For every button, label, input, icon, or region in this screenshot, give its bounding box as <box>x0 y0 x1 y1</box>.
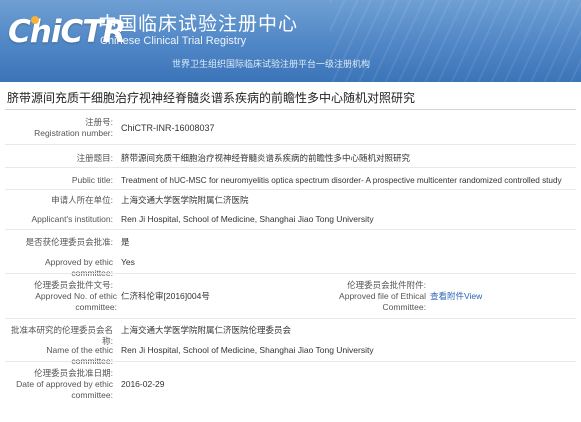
ethic-approved-value-cn: 是 <box>121 237 130 247</box>
applicant-inst-label-cn: 申请人所在单位: <box>51 195 113 205</box>
ethic-approved-label-en: Approved by ethic committee: <box>44 257 113 278</box>
ethic-file-view-link[interactable]: 查看附件View <box>430 291 482 302</box>
applicant-inst-label-en: Applicant's institution: <box>31 214 113 224</box>
row-divider <box>5 273 576 274</box>
row-divider <box>5 318 576 319</box>
row-divider <box>5 361 576 362</box>
ethic-date-value: 2016-02-29 <box>121 379 165 389</box>
ethic-name-value-cn: 上海交通大学医学院附属仁济医院伦理委员会 <box>121 325 292 335</box>
ethic-date-label-en: Date of approved by ethic committee: <box>16 379 113 400</box>
ethic-name-value-en: Ren Ji Hospital, School of Medicine, Sha… <box>121 345 374 355</box>
ethic-file-label-en: Approved file of Ethical Committee: <box>339 291 426 312</box>
ethic-name-label-cn: 批准本研究的伦理委员会名称: <box>10 325 113 346</box>
reg-title-label-cn: 注册题目: <box>76 153 113 163</box>
registry-banner: ChiCTR 中国临床试验注册中心 Chinese Clinical Trial… <box>0 0 581 82</box>
registration-value: ChiCTR-INR-16008037 <box>121 123 215 133</box>
ethic-no-value: 仁济科伦审[2016]004号 <box>121 291 210 301</box>
registry-en-title: Chinese Clinical Trial Registry <box>100 35 247 47</box>
registration-label-cn: 注册号: <box>85 117 113 127</box>
ethic-date-label-cn: 伦理委员会批准日期: <box>34 368 113 378</box>
title-divider <box>5 109 576 110</box>
ethic-file-label-cn: 伦理委员会批件附件: <box>347 280 426 290</box>
row-divider <box>5 144 576 145</box>
ethic-no-label-cn: 伦理委员会批件文号: <box>34 280 113 290</box>
row-divider <box>5 229 576 230</box>
ethic-approved-label-cn: 是否获伦理委员会批准: <box>25 237 113 247</box>
row-divider <box>5 167 576 168</box>
ethic-name-label-en: Name of the ethic committee: <box>46 345 113 366</box>
applicant-inst-value-cn: 上海交通大学医学院附属仁济医院 <box>121 195 249 205</box>
ethic-approved-value-en: Yes <box>121 257 135 267</box>
registration-label-en: Registration number: <box>34 128 113 138</box>
row-divider <box>5 189 576 190</box>
public-title-value: Treatment of hUC-MSC for neuromyelitis o… <box>121 176 562 185</box>
registry-cn-title: 中国临床试验注册中心 <box>98 13 299 35</box>
registry-subtitle: 世界卫生组织国际临床试验注册平台一级注册机构 <box>172 60 371 70</box>
study-title: 脐带源间充质干细胞治疗视神经脊髓炎谱系疾病的前瞻性多中心随机对照研究 <box>7 91 416 105</box>
logo-dot-icon <box>31 16 39 24</box>
applicant-inst-value-en: Ren Ji Hospital, School of Medicine, Sha… <box>121 214 374 224</box>
reg-title-value: 脐带源间充质干细胞治疗视神经脊髓炎谱系疾病的前瞻性多中心随机对照研究 <box>121 153 411 163</box>
public-title-label: Public title: <box>71 175 113 185</box>
ethic-no-label-en: Approved No. of ethic committee: <box>35 291 117 312</box>
